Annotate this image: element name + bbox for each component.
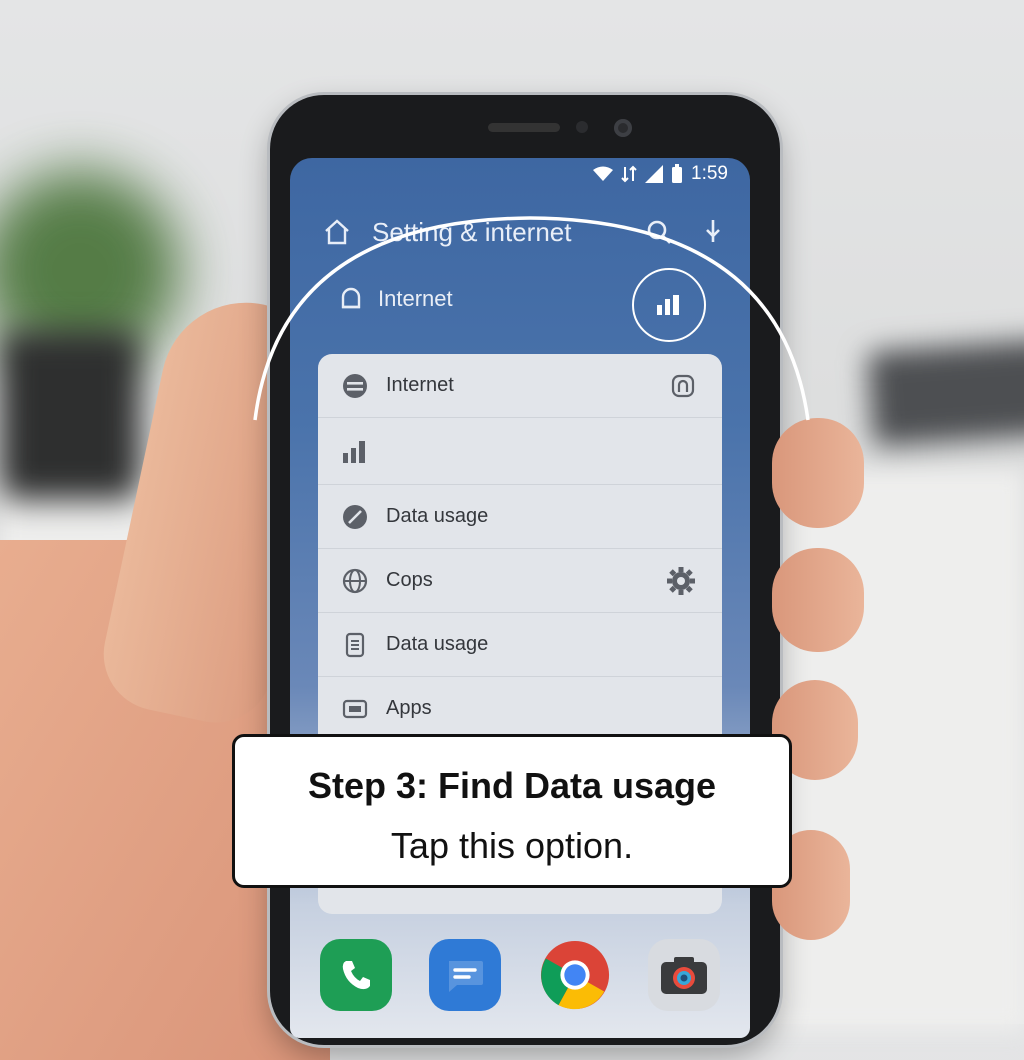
battery-icon xyxy=(672,164,683,183)
gear-icon[interactable] xyxy=(666,566,696,596)
camera-app-icon[interactable] xyxy=(647,939,720,1011)
menu-item-signal[interactable] xyxy=(318,418,722,485)
status-bar: 1:59 xyxy=(593,162,728,186)
home-icon[interactable] xyxy=(320,215,354,249)
search-icon[interactable] xyxy=(642,215,676,249)
menu-item-internet[interactable]: Internet xyxy=(318,354,722,418)
caption-subtext: Tap this option. xyxy=(390,825,634,866)
phone-speaker xyxy=(488,123,560,132)
signal-highlight-ring[interactable] xyxy=(632,268,706,342)
globe-icon xyxy=(342,568,368,593)
chrome-app-icon[interactable] xyxy=(539,939,611,1011)
globe-icon xyxy=(343,373,367,398)
internet-row-label: Internet xyxy=(378,286,453,311)
menu-item-label: Apps xyxy=(386,697,432,719)
background-pot xyxy=(0,330,140,500)
menu-item-data-usage[interactable]: Data usage xyxy=(318,485,722,549)
signal-bars-icon xyxy=(657,295,679,315)
wifi-icon xyxy=(593,166,614,181)
phone-app-icon[interactable] xyxy=(320,939,392,1011)
menu-item-data-usage-2[interactable]: Data usage xyxy=(318,613,722,677)
hand-finger xyxy=(772,418,864,528)
menu-item-apps[interactable]: Apps xyxy=(318,677,722,741)
microphone-icon[interactable] xyxy=(696,215,730,249)
data-arrows-icon xyxy=(621,165,637,183)
menu-item-label: Cops xyxy=(386,569,433,591)
internet-row[interactable]: Internet xyxy=(340,286,453,312)
app-dock xyxy=(320,930,720,1020)
phone-screen: 1:59 Setting & internet Internet Interne… xyxy=(290,158,750,1038)
status-time: 1:59 xyxy=(691,163,728,184)
menu-item-label: Data usage xyxy=(386,505,489,527)
messages-app-icon[interactable] xyxy=(429,939,502,1011)
page-title: Setting & internet xyxy=(372,216,572,247)
data-usage-icon xyxy=(343,504,367,529)
signal-bars-icon xyxy=(343,441,365,463)
phone-device: 1:59 Setting & internet Internet Interne… xyxy=(270,95,780,1045)
apps-icon xyxy=(342,699,368,718)
menu-item-cops[interactable]: Cops xyxy=(318,549,722,613)
bell-icon xyxy=(341,287,361,309)
menu-item-label: Data usage xyxy=(386,633,489,655)
phone-sensor xyxy=(576,121,588,133)
document-icon xyxy=(345,632,365,657)
hand-finger xyxy=(772,548,864,652)
instruction-caption: Step 3: Find Data usage Tap this option. xyxy=(232,734,792,888)
front-camera xyxy=(614,119,632,137)
background-device xyxy=(866,338,1024,447)
lock-icon xyxy=(670,373,696,399)
cell-signal-icon xyxy=(645,165,664,183)
caption-heading: Step 3: Find Data usage xyxy=(307,765,717,806)
app-bar: Setting & internet xyxy=(320,210,730,254)
menu-item-label: Internet xyxy=(386,374,454,396)
